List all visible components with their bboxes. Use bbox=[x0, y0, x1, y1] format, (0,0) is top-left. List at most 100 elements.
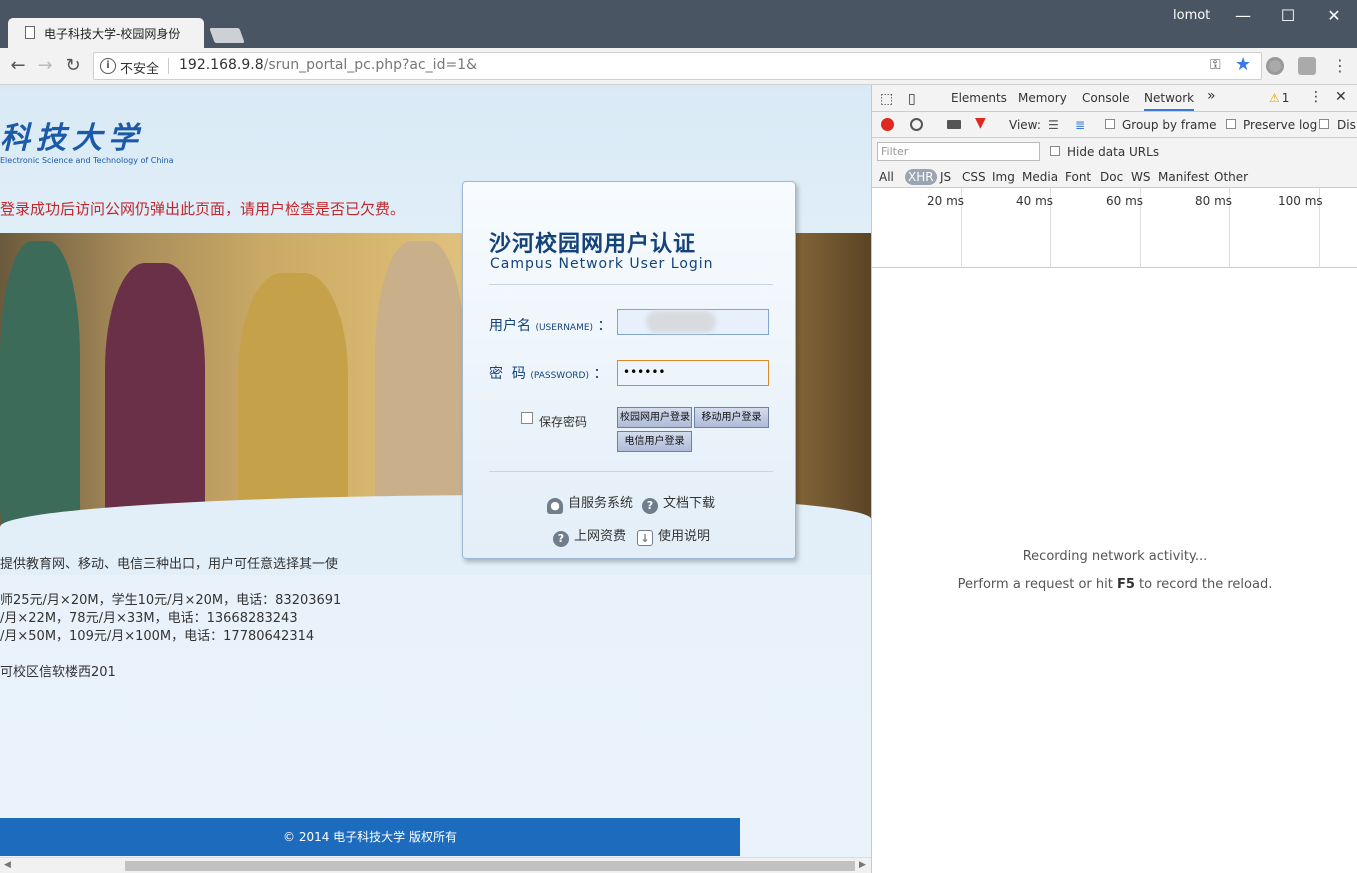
preserve-log-checkbox[interactable] bbox=[1226, 119, 1236, 129]
group-by-frame-label: Group by frame bbox=[1122, 118, 1217, 132]
mobile-login-button[interactable]: 移动用户登录 bbox=[694, 407, 769, 428]
disable-cache-label: Dis bbox=[1337, 118, 1356, 132]
resource-type-filters: All XHR JS CSS Img Media Font Doc WS Man… bbox=[872, 166, 1357, 188]
username-input[interactable] bbox=[617, 309, 769, 335]
filter-icon[interactable]: ▼ bbox=[975, 115, 986, 131]
tab-elements[interactable]: Elements bbox=[951, 91, 1007, 105]
fees-link[interactable]: ? 上网资费 bbox=[553, 525, 626, 547]
hide-data-urls-label: Hide data URLs bbox=[1067, 145, 1160, 159]
person-figure bbox=[238, 273, 348, 529]
extension-icon[interactable] bbox=[1266, 57, 1284, 75]
recording-message: Recording network activity... bbox=[1022, 549, 1208, 564]
preserve-log-label: Preserve log bbox=[1243, 118, 1318, 132]
page-icon bbox=[25, 26, 35, 39]
reload-hint-post: to record the reload. bbox=[1134, 577, 1273, 592]
type-other[interactable]: Other bbox=[1211, 169, 1251, 185]
hide-data-urls-checkbox[interactable] bbox=[1050, 146, 1060, 156]
docs-download-label: 文档下载 bbox=[663, 496, 716, 511]
divider bbox=[489, 471, 773, 472]
devtools-close-icon[interactable]: ✕ bbox=[1335, 89, 1347, 105]
type-manifest[interactable]: Manifest bbox=[1155, 169, 1212, 185]
list-view-icon[interactable]: ☰ bbox=[1048, 118, 1059, 132]
profile-name[interactable]: lomot bbox=[1173, 8, 1210, 23]
web-page: 科技大学 Electronic Science and Technology o… bbox=[0, 85, 871, 873]
scrollbar-thumb[interactable] bbox=[125, 861, 855, 871]
login-subtitle: Campus Network User Login bbox=[490, 256, 714, 272]
horizontal-scrollbar[interactable]: ◀ ▶ bbox=[0, 857, 871, 873]
drive-extension-icon[interactable] bbox=[1298, 57, 1316, 75]
more-tabs-icon[interactable]: » bbox=[1207, 88, 1216, 104]
devtools-menu-icon[interactable]: ⋮ bbox=[1309, 89, 1323, 105]
bookmark-star-icon[interactable]: ★ bbox=[1235, 54, 1251, 75]
close-button[interactable]: ✕ bbox=[1319, 4, 1349, 28]
scroll-left-icon[interactable]: ◀ bbox=[4, 860, 11, 870]
network-timeline: 20 ms 40 ms 60 ms 80 ms 100 ms bbox=[872, 188, 1357, 268]
forward-icon[interactable]: → bbox=[34, 55, 56, 77]
person-figure bbox=[105, 263, 205, 529]
type-ws[interactable]: WS bbox=[1128, 169, 1153, 185]
fees-label: 上网资费 bbox=[574, 529, 627, 544]
tab-title: 电子科技大学-校园网身份 bbox=[44, 27, 181, 41]
clear-icon[interactable] bbox=[910, 118, 923, 131]
info-line bbox=[0, 646, 341, 664]
timeline-label: 40 ms bbox=[1016, 194, 1054, 208]
address-bar[interactable]: i 不安全 192.168.9.8/srun_portal_pc.php?ac_… bbox=[93, 52, 1262, 80]
info-line: /月×50M，109元/月×100M，电话：17780642314 bbox=[0, 629, 315, 644]
password-colon: ： bbox=[593, 366, 608, 382]
self-service-label: 自服务系统 bbox=[568, 496, 634, 511]
reload-hint-key: F5 bbox=[1116, 577, 1135, 592]
manual-label: 使用说明 bbox=[658, 529, 711, 544]
type-doc[interactable]: Doc bbox=[1097, 169, 1126, 185]
type-js[interactable]: JS bbox=[937, 169, 954, 185]
remember-password-checkbox[interactable] bbox=[521, 412, 533, 424]
type-img[interactable]: Img bbox=[989, 169, 1018, 185]
type-font[interactable]: Font bbox=[1062, 169, 1094, 185]
login-title: 沙河校园网用户认证 bbox=[489, 232, 697, 257]
reload-icon[interactable]: ↻ bbox=[62, 55, 84, 77]
password-input[interactable]: •••••• bbox=[617, 360, 769, 386]
warning-count: 1 bbox=[1281, 91, 1290, 105]
insecure-label: 不安全 bbox=[120, 62, 160, 77]
maximize-button[interactable]: ☐ bbox=[1273, 4, 1303, 28]
view-label: View: bbox=[1009, 118, 1041, 132]
info-icon[interactable]: i bbox=[100, 58, 116, 74]
scroll-right-icon[interactable]: ▶ bbox=[859, 860, 866, 870]
waterfall-view-icon[interactable]: ≣ bbox=[1075, 118, 1085, 132]
url-text[interactable]: 192.168.9.8/srun_portal_pc.php?ac_id=1& bbox=[179, 57, 477, 73]
group-by-frame-checkbox[interactable] bbox=[1105, 119, 1115, 129]
timeline-label: 100 ms bbox=[1278, 194, 1323, 208]
type-xhr[interactable]: XHR bbox=[905, 169, 937, 185]
type-css[interactable]: CSS bbox=[959, 169, 989, 185]
filter-input[interactable]: Filter bbox=[877, 142, 1040, 161]
docs-download-link[interactable]: ? 文档下载 bbox=[642, 492, 715, 514]
info-line: 师25元/月×20M，学生10元/月×20M，电话：83203691 bbox=[0, 593, 342, 608]
notice-text: 登录成功后访问公网仍弹出此页面，请用户检查是否已欠费。 bbox=[0, 200, 406, 218]
window-titlebar: 电子科技大学-校园网身份 lomot — ☐ ✕ bbox=[0, 0, 1357, 48]
service-info: 提供教育网、移动、电信三种出口，用户可任意选择其一使 师25元/月×20M，学生… bbox=[0, 556, 341, 682]
disable-cache-checkbox[interactable] bbox=[1319, 119, 1329, 129]
inspect-icon[interactable]: ⬚ bbox=[880, 91, 893, 107]
browser-tab[interactable]: 电子科技大学-校园网身份 bbox=[8, 18, 204, 48]
telecom-login-button[interactable]: 电信用户登录 bbox=[617, 431, 692, 452]
url-path: /srun_portal_pc.php?ac_id=1& bbox=[263, 57, 478, 73]
minimize-button[interactable]: — bbox=[1228, 4, 1258, 28]
manual-link[interactable]: ↓ 使用说明 bbox=[637, 525, 710, 546]
record-icon[interactable] bbox=[881, 118, 894, 131]
tab-memory[interactable]: Memory bbox=[1018, 91, 1067, 105]
back-icon[interactable]: ← bbox=[7, 55, 29, 77]
new-tab-button[interactable] bbox=[209, 28, 245, 43]
type-media[interactable]: Media bbox=[1019, 169, 1061, 185]
tab-console[interactable]: Console bbox=[1082, 91, 1130, 105]
help-icon: ? bbox=[553, 531, 569, 547]
menu-icon[interactable]: ⋮ bbox=[1329, 55, 1351, 77]
key-icon[interactable]: ⚿ bbox=[1210, 57, 1221, 73]
campus-login-button[interactable]: 校园网用户登录 bbox=[617, 407, 692, 428]
tab-network[interactable]: Network bbox=[1144, 91, 1195, 111]
help-icon: ? bbox=[642, 498, 658, 514]
timeline-label: 80 ms bbox=[1195, 194, 1233, 208]
type-all[interactable]: All bbox=[876, 169, 897, 185]
screenshot-icon[interactable] bbox=[947, 120, 961, 129]
warning-icon[interactable]: ⚠ 1 bbox=[1269, 91, 1289, 105]
device-toolbar-icon[interactable]: ▯ bbox=[908, 91, 916, 107]
self-service-link[interactable]: ● 自服务系统 bbox=[547, 492, 633, 514]
